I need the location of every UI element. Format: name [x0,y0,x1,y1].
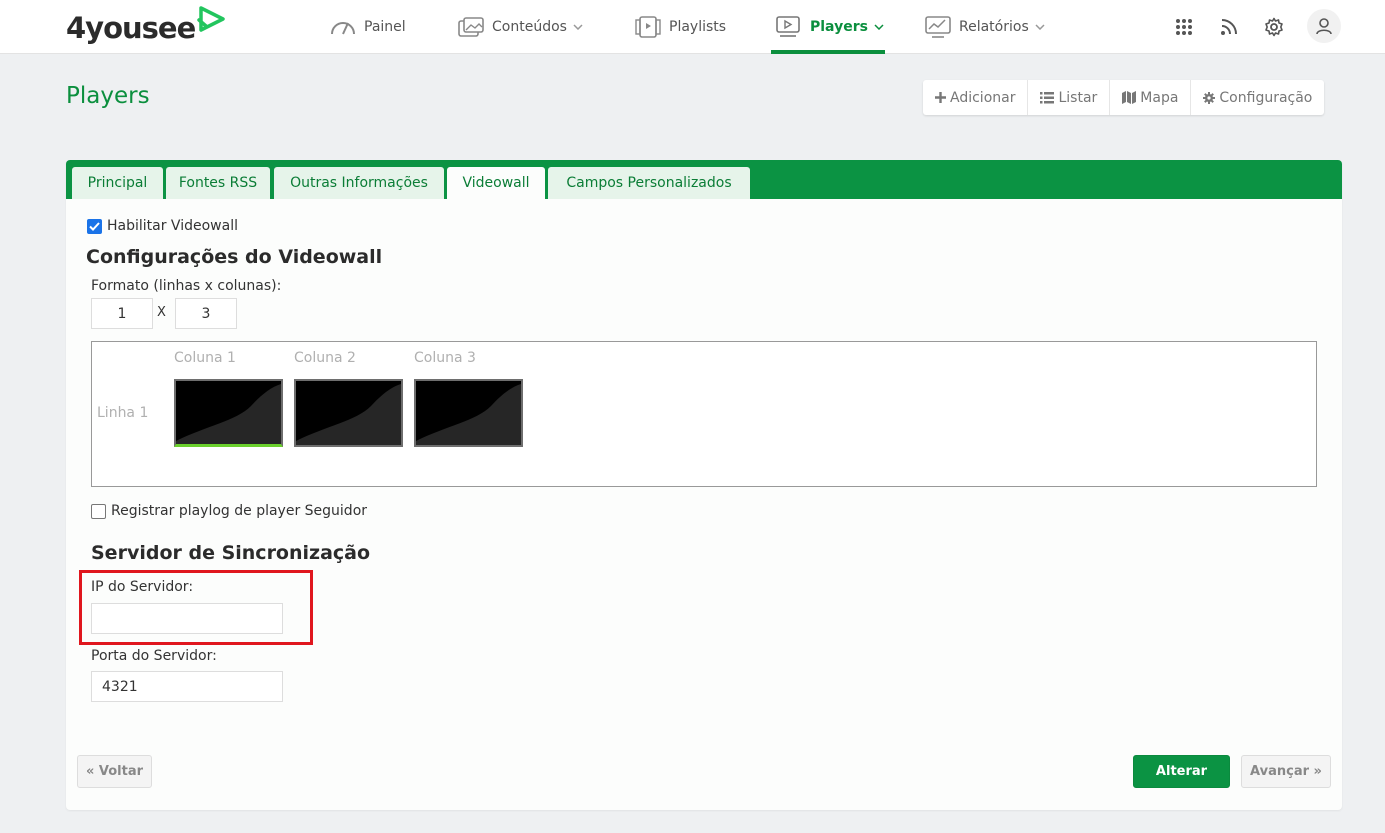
playlog-row: Registrar playlog de player Seguidor [91,503,367,519]
playlog-label: Registrar playlog de player Seguidor [111,503,368,519]
enable-videowall-label: Habilitar Videowall [107,218,238,234]
page-actions: Adicionar Listar Mapa Configuração [923,80,1325,115]
server-ip-label: IP do Servidor: [91,579,194,595]
map-label: Mapa [1140,89,1179,106]
apps-grid-icon[interactable] [1168,12,1200,42]
playlist-icon [635,16,661,38]
column-label: Coluna 2 [294,350,356,366]
videowall-screen-1-2[interactable] [294,379,403,447]
back-button[interactable]: « Voltar [77,755,152,788]
map-button[interactable]: Mapa [1110,80,1192,115]
format-label: Formato (linhas x colunas): [91,278,282,294]
brand-name: 4yousee [66,11,196,45]
submit-button[interactable]: Alterar [1133,755,1230,788]
add-button[interactable]: Adicionar [923,80,1029,115]
user-icon [1316,18,1332,35]
tab-campos-personalizados[interactable]: Campos Personalizados [548,167,750,199]
gauge-icon [331,22,355,35]
column-label: Coluna 1 [174,350,236,366]
player-icon [776,16,800,37]
list-label: Listar [1058,89,1098,106]
server-port-input[interactable]: 4321 [91,671,283,702]
top-navbar: 4yousee Painel Conteúdos Playlists Playe… [0,0,1385,54]
tab-outras-informacoes[interactable]: Outras Informações [274,167,444,199]
images-icon [458,17,484,37]
nav-label: Playlists [669,19,727,35]
videowall-screen-1-3[interactable] [414,379,523,447]
tab-principal[interactable]: Principal [72,167,163,199]
add-label: Adicionar [950,89,1016,106]
chevron-down-icon [874,24,884,30]
nav-label: Conteúdos [492,19,567,35]
enable-videowall-checkbox[interactable] [87,218,102,234]
configuration-label: Configuração [1219,89,1313,106]
chevron-down-icon [573,24,583,30]
nav-item-relatorios[interactable]: Relatórios [925,0,1045,54]
row-label: Linha 1 [97,405,149,421]
rows-input[interactable]: 1 [91,298,153,329]
page-title: Players [66,83,150,109]
plus-icon [935,92,946,103]
videowall-screen-1-1[interactable] [174,379,283,447]
chevron-down-icon [1035,24,1045,30]
play-logo-icon [197,6,225,32]
screen-icon [416,384,521,445]
list-button[interactable]: Listar [1028,80,1111,115]
gear-icon [1203,91,1216,104]
nav-label: Players [810,19,868,35]
screen-icon [296,384,401,445]
map-icon [1122,91,1137,104]
tab-fontes-rss[interactable]: Fontes RSS [166,167,270,199]
player-form-card: Principal Fontes RSS Outras Informações … [66,160,1342,810]
tab-videowall[interactable]: Videowall [447,167,545,199]
brand-logo[interactable]: 4yousee [66,6,227,48]
nav-item-players[interactable]: Players [776,0,884,54]
nav-label: Relatórios [959,19,1029,35]
videowall-section-title: Configurações do Videowall [86,246,383,268]
chart-icon [925,16,951,38]
next-button[interactable]: Avançar » [1241,755,1331,788]
list-icon [1040,91,1055,103]
rss-icon[interactable] [1213,12,1245,42]
tab-bar: Principal Fontes RSS Outras Informações … [66,160,1342,199]
server-ip-input[interactable] [91,603,283,634]
server-port-label: Porta do Servidor: [91,648,217,664]
gear-icon[interactable] [1258,12,1290,42]
nav-item-playlists[interactable]: Playlists [635,0,726,54]
active-nav-indicator [771,50,885,54]
screen-icon [176,384,281,444]
column-label: Coluna 3 [414,350,476,366]
videowall-grid: Coluna 1 Coluna 2 Coluna 3 Linha 1 [91,341,1317,487]
check-icon [89,221,100,231]
nav-label: Painel [364,19,406,35]
user-avatar[interactable] [1307,9,1341,43]
nav-item-conteudos[interactable]: Conteúdos [458,0,583,54]
nav-item-painel[interactable]: Painel [330,0,406,54]
sync-section-title: Servidor de Sincronização [91,542,371,564]
configuration-button[interactable]: Configuração [1191,80,1324,115]
format-separator: X [157,305,166,320]
playlog-checkbox[interactable] [91,503,106,519]
cols-input[interactable]: 3 [175,298,237,329]
enable-videowall-row: Habilitar Videowall [87,218,238,234]
